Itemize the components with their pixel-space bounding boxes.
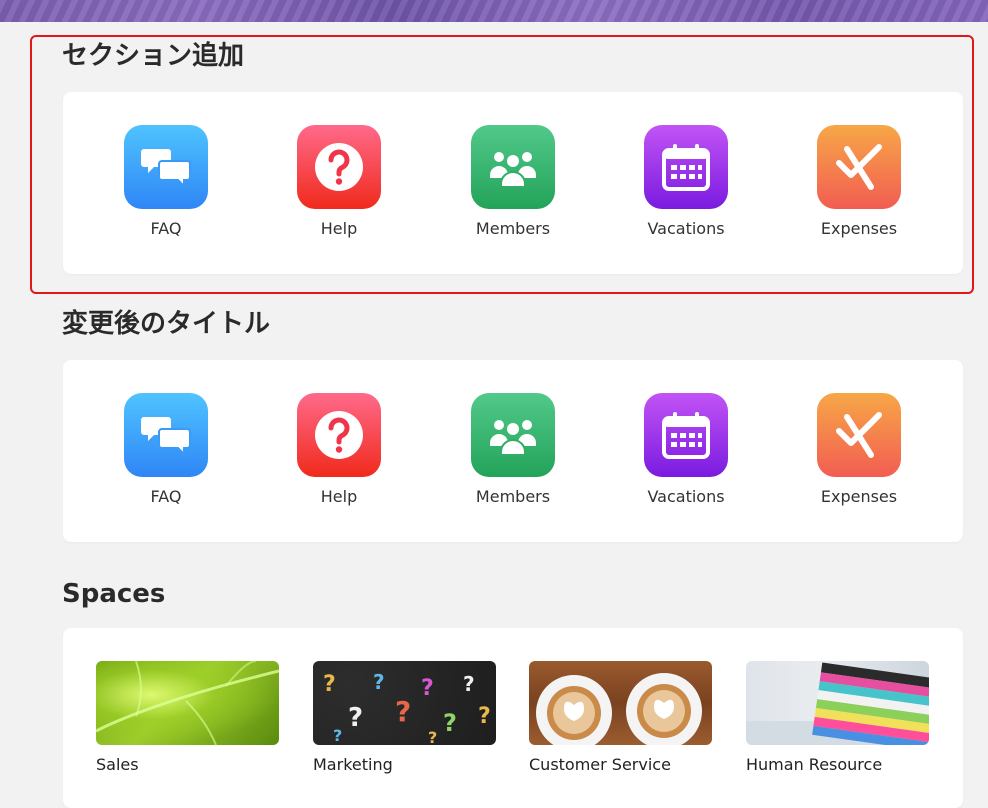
app-label: Help [320,487,358,506]
svg-text:?: ? [348,703,363,733]
space-human-resource[interactable]: Human Resource [746,661,929,775]
app-section-card-2: FAQ Help Members Vacations Expenses [63,360,963,542]
space-marketing[interactable]: ? ? ? ? ? ? ? ? ? ? Marketing [313,661,496,775]
people-group-icon [471,393,555,477]
app-members[interactable]: Members [453,125,573,245]
expenses-check-icon [817,393,901,477]
svg-text:?: ? [463,672,475,696]
app-label: Vacations [647,219,725,238]
spaces-title: Spaces [62,579,166,609]
header-banner [0,0,988,22]
space-label: Marketing [313,755,393,774]
app-section-card-1: FAQ Help Members Vacations Expenses [63,92,963,274]
app-label: Members [475,487,551,506]
app-help[interactable]: Help [279,393,399,513]
space-label: Human Resource [746,755,883,774]
space-sales[interactable]: Sales [96,661,279,775]
svg-text:?: ? [333,726,342,745]
chat-bubbles-icon [124,125,208,209]
svg-text:?: ? [443,709,457,737]
space-label: Customer Service [529,755,671,774]
svg-text:?: ? [395,695,411,728]
app-expenses[interactable]: Expenses [799,125,919,245]
app-label: FAQ [150,487,182,506]
space-label: Sales [96,755,139,774]
coffee-image [529,661,712,745]
section-title-2: 変更後のタイトル [62,309,271,339]
app-label: Vacations [647,487,725,506]
app-label: FAQ [150,219,182,238]
question-icon [297,393,381,477]
app-label: Help [320,219,358,238]
calendar-icon [644,125,728,209]
calendar-icon [644,393,728,477]
app-faq[interactable]: FAQ [106,125,226,245]
leaf-image [96,661,279,745]
app-vacations[interactable]: Vacations [626,125,746,245]
app-faq[interactable]: FAQ [106,393,226,513]
svg-text:?: ? [323,672,336,697]
notebooks-image [746,661,929,745]
app-label: Members [475,219,551,238]
svg-text:?: ? [428,728,437,745]
svg-text:?: ? [478,704,491,729]
svg-text:?: ? [421,676,434,701]
people-group-icon [471,125,555,209]
space-customer-service[interactable]: Customer Service [529,661,712,775]
app-members[interactable]: Members [453,393,573,513]
chat-bubbles-icon [124,393,208,477]
app-expenses[interactable]: Expenses [799,393,919,513]
app-help[interactable]: Help [279,125,399,245]
app-label: Expenses [820,219,898,238]
app-label: Expenses [820,487,898,506]
app-vacations[interactable]: Vacations [626,393,746,513]
expenses-check-icon [817,125,901,209]
svg-text:?: ? [373,670,385,694]
question-marks-image: ? ? ? ? ? ? ? ? ? ? [313,661,496,745]
question-icon [297,125,381,209]
section-title-1: セクション追加 [62,41,245,71]
spaces-card: Sales ? ? ? ? ? ? ? ? ? ? Marketing Cust… [63,628,963,808]
